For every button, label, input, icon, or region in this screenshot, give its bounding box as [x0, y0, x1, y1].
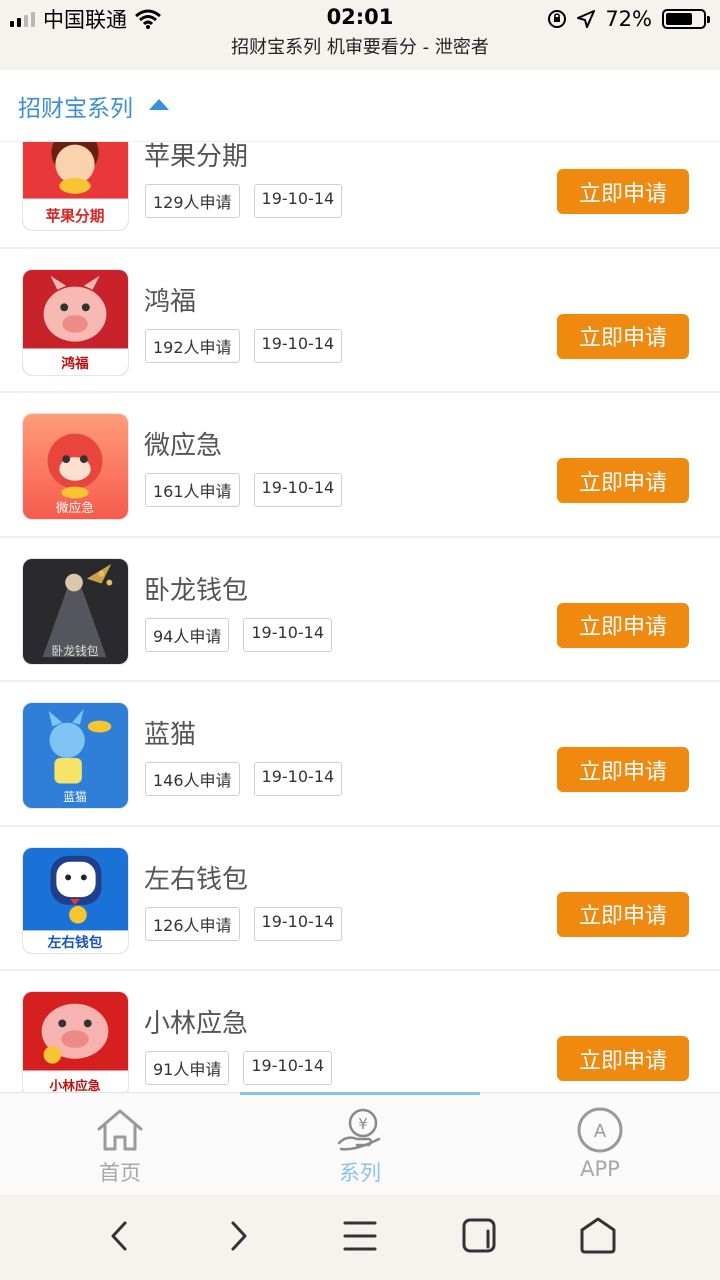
menu-icon[interactable]	[337, 1213, 383, 1259]
orientation-lock-icon	[548, 10, 567, 28]
apply-button[interactable]: 立即申请	[557, 458, 689, 503]
tab-app[interactable]: A APP	[480, 1093, 720, 1196]
battery-percent: 72%	[605, 7, 652, 31]
applicants-badge: 146人申请	[145, 762, 240, 796]
page-subtitle: 招财宝系列 机审要看分 - 泄密者	[231, 37, 489, 58]
category-header[interactable]: 招财宝系列	[0, 70, 720, 142]
list-item[interactable]: 微应急 微应急 161人申请 19-10-14 立即申请	[0, 393, 720, 538]
list-item[interactable]: 左右钱包 左右钱包 126人申请 19-10-14 立即申请	[0, 827, 720, 971]
logo-text: 小林应急	[50, 1078, 101, 1092]
logo-text: 苹果分期	[46, 207, 105, 225]
browser-toolbar	[0, 1195, 720, 1280]
svg-text:A: A	[594, 1121, 607, 1142]
app-logo: 苹果分期	[22, 142, 129, 231]
apply-button[interactable]: 立即申请	[557, 747, 689, 792]
app-logo: 蓝猫	[22, 702, 129, 809]
logo-text: 鸿福	[61, 355, 89, 372]
item-name: 卧龙钱包	[144, 575, 249, 606]
app-logo: 鸿福	[22, 268, 129, 376]
apply-button[interactable]: 立即申请	[557, 1036, 689, 1081]
status-bar: 中国联通 02:01 72% 招财宝系列 机审要看分 - 泄密者	[0, 0, 720, 70]
app-logo: 小林应急	[22, 991, 129, 1092]
status-right: 72%	[547, 6, 710, 32]
app-circle-icon[interactable]: A	[575, 1107, 625, 1153]
app-logo: 左右钱包	[22, 846, 129, 954]
location-arrow-icon	[577, 10, 596, 28]
item-name: 微应急	[144, 431, 223, 461]
tab-home[interactable]: 首页	[0, 1093, 240, 1196]
apply-button[interactable]: 立即申请	[557, 169, 689, 214]
category-title[interactable]: 招财宝系列	[18, 89, 133, 123]
list-item[interactable]: 小林应急 小林应急 91人申请 19-10-14 立即申请	[0, 971, 720, 1092]
date-badge: 19-10-14	[243, 1051, 332, 1085]
date-badge: 19-10-14	[253, 184, 343, 218]
date-badge: 19-10-14	[253, 473, 343, 507]
applicants-badge: 129人申请	[145, 184, 240, 218]
applicants-badge: 161人申请	[145, 473, 240, 507]
list-item[interactable]: 鸿福 鸿福 192人申请 19-10-14 立即申请	[0, 249, 720, 393]
back-icon[interactable]	[97, 1213, 143, 1259]
app-logo: 微应急	[22, 413, 129, 520]
item-name: 苹果分期	[144, 142, 249, 172]
tabs-icon[interactable]	[457, 1213, 503, 1259]
tab-app-label[interactable]: APP	[580, 1157, 620, 1181]
apply-button[interactable]: 立即申请	[557, 602, 689, 648]
product-list[interactable]: 苹果分期 苹果分期 129人申请 19-10-14 立即申请 鸿福 鸿福 192…	[0, 142, 720, 1092]
item-name: 蓝猫	[144, 720, 197, 750]
logo-text: 蓝猫	[63, 790, 87, 804]
list-item[interactable]: 卧龙钱包 卧龙钱包 94人申请 19-10-14 立即申请	[0, 538, 720, 682]
date-badge: 19-10-14	[253, 762, 343, 796]
list-item[interactable]: 苹果分期 苹果分期 129人申请 19-10-14 立即申请	[0, 142, 720, 249]
money-hand-icon[interactable]: ¥	[335, 1107, 385, 1153]
applicants-badge: 91人申请	[145, 1051, 230, 1085]
tab-home-label[interactable]: 首页	[99, 1157, 141, 1187]
forward-icon[interactable]	[215, 1213, 261, 1259]
applicants-badge: 94人申请	[145, 617, 230, 652]
home-hexagon-icon[interactable]	[575, 1213, 621, 1259]
item-name: 左右钱包	[144, 864, 249, 895]
list-item[interactable]: 蓝猫 蓝猫 146人申请 19-10-14 立即申请	[0, 682, 720, 827]
tab-series[interactable]: ¥ 系列	[240, 1093, 480, 1196]
battery-icon	[662, 9, 710, 29]
apply-button[interactable]: 立即申请	[557, 313, 689, 359]
date-badge: 19-10-14	[253, 328, 343, 363]
tab-series-label[interactable]: 系列	[339, 1157, 381, 1187]
logo-text: 微应急	[56, 500, 94, 516]
date-badge: 19-10-14	[253, 906, 343, 941]
apply-button[interactable]: 立即申请	[557, 891, 689, 937]
applicants-badge: 126人申请	[145, 906, 240, 941]
caret-up-icon[interactable]	[149, 98, 169, 110]
svg-text:¥: ¥	[358, 1115, 368, 1133]
app-logo: 卧龙钱包	[22, 557, 129, 665]
applicants-badge: 192人申请	[145, 328, 240, 363]
item-name: 小林应急	[144, 1009, 249, 1039]
home-icon[interactable]	[95, 1107, 145, 1153]
logo-text: 卧龙钱包	[51, 644, 98, 658]
date-badge: 19-10-14	[243, 617, 332, 652]
logo-text: 左右钱包	[47, 934, 103, 951]
bottom-tab-bar: 首页 ¥ 系列 A APP	[0, 1092, 720, 1195]
item-name: 鸿福	[144, 286, 197, 317]
